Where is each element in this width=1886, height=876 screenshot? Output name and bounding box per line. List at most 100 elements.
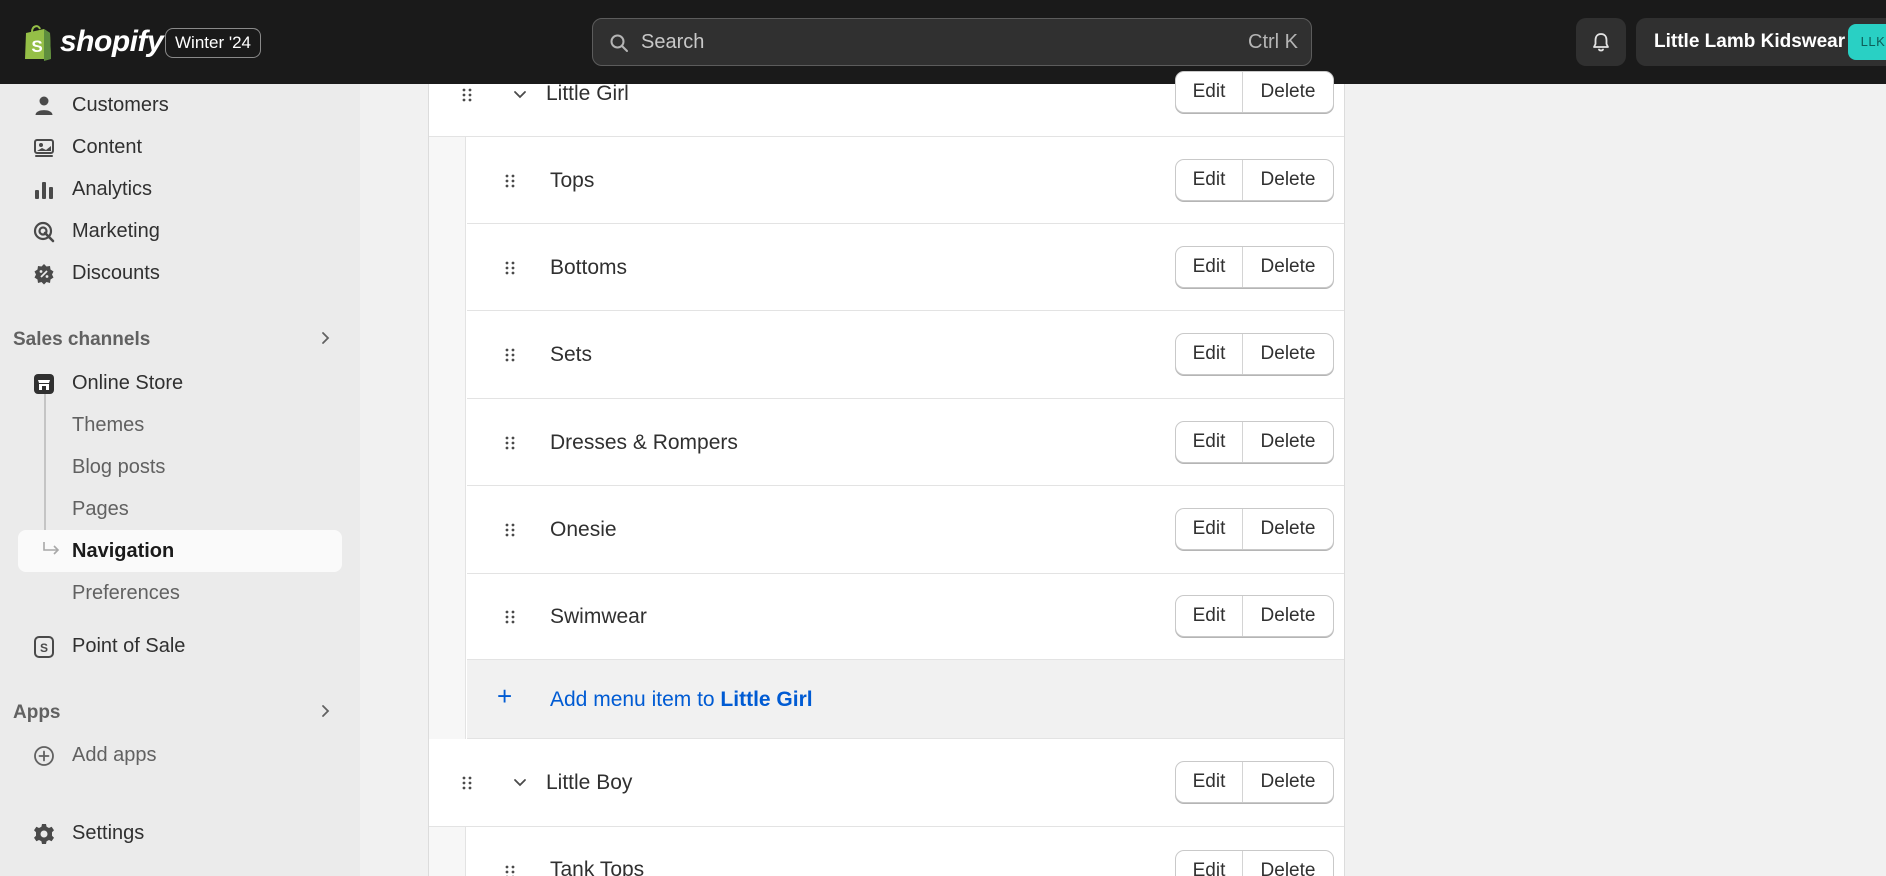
indent-gutter [429, 827, 466, 876]
shopify-bag-icon: S [25, 25, 51, 61]
drag-handle-icon[interactable] [504, 174, 516, 188]
store-name: Little Lamb Kidswear [1654, 31, 1846, 52]
bell-icon [1593, 33, 1609, 52]
svg-text:S: S [31, 37, 42, 56]
indent-gutter [429, 137, 466, 739]
svg-text:S: S [40, 641, 48, 655]
sidebar-item-label: Navigation [72, 540, 175, 562]
edit-button[interactable]: Edit [1176, 596, 1243, 636]
sales-channels-label: Sales channels [13, 329, 151, 350]
edit-button[interactable]: Edit [1176, 762, 1243, 802]
drag-handle-icon[interactable] [504, 610, 516, 624]
search-icon [610, 34, 628, 52]
delete-button[interactable]: Delete [1243, 422, 1333, 462]
chevron-down-icon[interactable] [511, 86, 529, 104]
sidebar-item-label: Settings [72, 822, 145, 844]
edit-button[interactable]: Edit [1176, 422, 1243, 462]
delete-button[interactable]: Delete [1243, 72, 1333, 112]
edit-button[interactable]: Edit [1176, 334, 1243, 374]
shopify-logo[interactable]: S shopify [22, 22, 164, 62]
gear-icon [34, 824, 54, 844]
sidebar-subitem-blog-posts[interactable]: Blog posts [18, 446, 342, 488]
add-menu-item-target: Little Girl [720, 688, 813, 711]
store-menu-button[interactable]: Little Lamb Kidswear LLK [1636, 18, 1886, 66]
sidebar: Customers Content Analytics Marketing Di… [0, 84, 360, 876]
sidebar-item-discounts[interactable]: Discounts [18, 252, 342, 294]
menu-item-row[interactable]: Dresses & Rompers Edit Delete [467, 399, 1344, 486]
menu-item-row[interactable]: Tank Tops Edit Delete [467, 827, 1344, 876]
menu-item-label: Tank Tops [550, 858, 645, 876]
sidebar-item-point-of-sale[interactable]: S Point of Sale [18, 625, 342, 667]
menu-item-row[interactable]: Tops Edit Delete [467, 137, 1344, 224]
edit-button[interactable]: Edit [1176, 851, 1243, 876]
tree-arrow-icon [43, 542, 60, 555]
sidebar-item-settings[interactable]: Settings [18, 812, 342, 854]
drag-handle-icon[interactable] [504, 523, 516, 537]
add-menu-item-link[interactable]: + Add menu item to Little Girl [467, 660, 1344, 739]
pos-icon: S [34, 636, 54, 658]
sidebar-item-label: Point of Sale [72, 635, 186, 657]
version-badge: Winter '24 [165, 28, 261, 58]
sidebar-item-content[interactable]: Content [18, 126, 342, 168]
search-input[interactable] [641, 19, 1201, 65]
drag-handle-icon[interactable] [504, 348, 516, 362]
sidebar-item-label: Online Store [72, 372, 184, 394]
sidebar-item-label: Marketing [72, 220, 160, 242]
drag-handle-icon[interactable] [504, 436, 516, 450]
delete-button[interactable]: Delete [1243, 762, 1333, 802]
row-actions: Edit Delete [1175, 71, 1334, 113]
menu-item-row-parent[interactable]: Little Boy Edit Delete [429, 739, 1344, 827]
edit-button[interactable]: Edit [1176, 509, 1243, 549]
drag-handle-icon[interactable] [504, 865, 516, 876]
edit-button[interactable]: Edit [1176, 247, 1243, 287]
edit-button[interactable]: Edit [1176, 160, 1243, 200]
menu-item-row-parent[interactable]: Little Girl Edit Delete [429, 71, 1344, 137]
notifications-button[interactable] [1576, 18, 1626, 66]
menu-item-label: Onesie [550, 518, 617, 541]
apps-header[interactable]: Apps [13, 698, 333, 728]
sidebar-subitem-pages[interactable]: Pages [18, 488, 342, 530]
row-actions: Edit Delete [1175, 761, 1334, 803]
drag-handle-icon[interactable] [461, 776, 473, 790]
sidebar-item-online-store[interactable]: Online Store [18, 362, 342, 404]
menu-item-row[interactable]: Onesie Edit Delete [467, 486, 1344, 574]
sidebar-subitem-themes[interactable]: Themes [18, 404, 342, 446]
chevron-down-icon[interactable] [511, 774, 529, 792]
drag-handle-icon[interactable] [461, 88, 473, 102]
sidebar-subitem-preferences[interactable]: Preferences [18, 572, 342, 614]
store-icon [34, 374, 54, 394]
delete-button[interactable]: Delete [1243, 509, 1333, 549]
search-shortcut: Ctrl K [1248, 31, 1298, 53]
apps-label: Apps [13, 702, 61, 723]
edit-button[interactable]: Edit [1176, 72, 1243, 112]
sales-channels-header[interactable]: Sales channels [13, 325, 333, 355]
row-actions: Edit Delete [1175, 246, 1334, 288]
delete-button[interactable]: Delete [1243, 247, 1333, 287]
sidebar-item-marketing[interactable]: Marketing [18, 210, 342, 252]
menu-item-row[interactable]: Bottoms Edit Delete [467, 224, 1344, 311]
sidebar-item-analytics[interactable]: Analytics [18, 168, 342, 210]
brand-wordmark: shopify [60, 25, 164, 58]
search-bar[interactable]: Ctrl K [592, 18, 1312, 66]
menu-item-label: Bottoms [550, 256, 628, 279]
delete-button[interactable]: Delete [1243, 160, 1333, 200]
menu-item-row[interactable]: Swimwear Edit Delete [467, 574, 1344, 660]
row-actions: Edit Delete [1175, 595, 1334, 637]
sidebar-item-label: Blog posts [72, 456, 166, 478]
sidebar-item-label: Customers [72, 94, 169, 116]
delete-button[interactable]: Delete [1243, 334, 1333, 374]
menu-item-row[interactable]: Sets Edit Delete [467, 311, 1344, 399]
menu-item-label: Little Girl [546, 82, 629, 105]
sidebar-item-add-apps[interactable]: Add apps [18, 734, 342, 776]
sidebar-item-label: Preferences [72, 582, 180, 604]
sidebar-item-label: Analytics [72, 178, 153, 200]
add-menu-item-text: Add menu item to Little Girl [550, 688, 813, 712]
delete-button[interactable]: Delete [1243, 596, 1333, 636]
sidebar-item-customers[interactable]: Customers [18, 84, 342, 126]
sidebar-subitem-navigation[interactable]: Navigation [18, 530, 342, 572]
row-actions: Edit Delete [1175, 333, 1334, 375]
discount-icon [34, 264, 54, 285]
row-actions: Edit Delete [1175, 421, 1334, 463]
delete-button[interactable]: Delete [1243, 851, 1333, 876]
drag-handle-icon[interactable] [504, 261, 516, 275]
